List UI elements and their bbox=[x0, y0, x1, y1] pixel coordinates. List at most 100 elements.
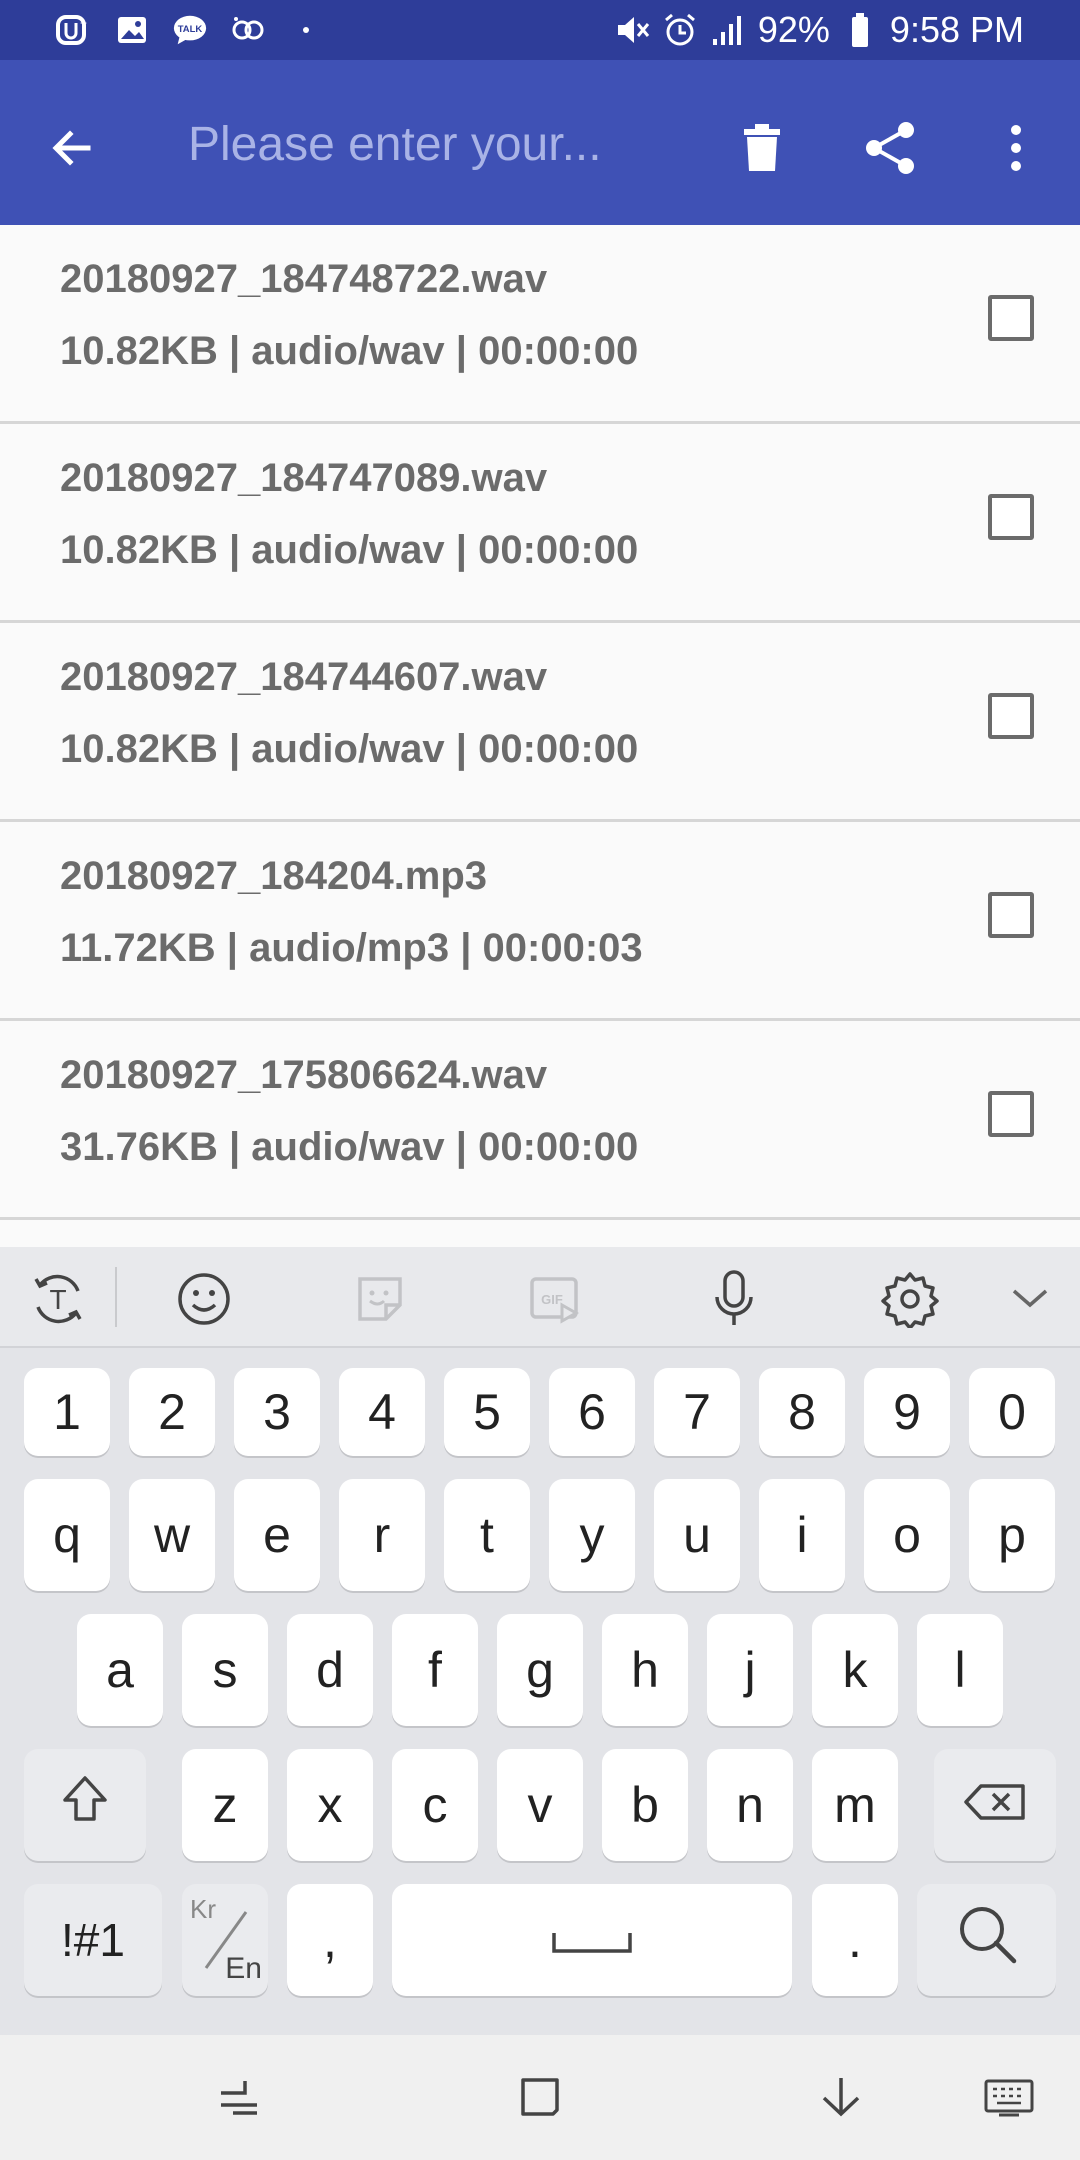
link-icon bbox=[230, 12, 266, 48]
file-meta: 31.76KB | audio/wav | 00:00:00 bbox=[60, 1125, 639, 1169]
recent-apps-icon[interactable] bbox=[204, 2065, 274, 2129]
keyboard-toolbar: T GIF bbox=[0, 1247, 1080, 1348]
list-item[interactable]: 20180927_184744607.wav 10.82KB | audio/w… bbox=[0, 623, 1080, 822]
key-a[interactable]: a bbox=[77, 1614, 163, 1726]
key-e[interactable]: e bbox=[234, 1479, 320, 1591]
collapse-chevron-icon[interactable] bbox=[998, 1267, 1062, 1331]
talk-icon: TALK bbox=[172, 12, 208, 48]
battery-icon bbox=[842, 12, 878, 48]
key-f[interactable]: f bbox=[392, 1614, 478, 1726]
list-item[interactable]: 20180927_184748722.wav 10.82KB | audio/w… bbox=[0, 225, 1080, 424]
lang-en-label: En bbox=[225, 1952, 262, 1985]
file-meta: 11.72KB | audio/mp3 | 00:00:03 bbox=[60, 926, 643, 970]
battery-percent: 92% bbox=[757, 9, 830, 50]
share-icon[interactable] bbox=[850, 108, 930, 188]
search-input[interactable] bbox=[188, 104, 688, 184]
key-u[interactable]: u bbox=[654, 1479, 740, 1591]
status-bar: + TALK 92% 9:58 PM bbox=[0, 0, 1080, 60]
item-checkbox[interactable] bbox=[988, 295, 1034, 341]
key-k[interactable]: k bbox=[812, 1614, 898, 1726]
search-icon bbox=[956, 1903, 1018, 1977]
space-icon bbox=[550, 1911, 634, 1969]
period-key[interactable]: . bbox=[812, 1884, 898, 1996]
space-key[interactable] bbox=[392, 1884, 792, 1996]
shift-key[interactable] bbox=[24, 1749, 146, 1861]
trash-icon[interactable] bbox=[722, 108, 802, 188]
u-plus-icon: + bbox=[56, 12, 92, 48]
key-n[interactable]: n bbox=[707, 1749, 793, 1861]
settings-gear-icon[interactable] bbox=[878, 1267, 942, 1331]
key-3[interactable]: 3 bbox=[234, 1368, 320, 1456]
gif-icon[interactable]: GIF bbox=[524, 1267, 588, 1331]
svg-text:+: + bbox=[80, 16, 87, 30]
comma-key[interactable]: , bbox=[287, 1884, 373, 1996]
list-item[interactable]: 20180927_175806624.wav 31.76KB | audio/w… bbox=[0, 1021, 1080, 1220]
key-t[interactable]: t bbox=[444, 1479, 530, 1591]
key-7[interactable]: 7 bbox=[654, 1368, 740, 1456]
key-o[interactable]: o bbox=[864, 1479, 950, 1591]
key-1[interactable]: 1 bbox=[24, 1368, 110, 1456]
key-w[interactable]: w bbox=[129, 1479, 215, 1591]
file-name: 20180927_184744607.wav bbox=[60, 655, 548, 699]
item-checkbox[interactable] bbox=[988, 693, 1034, 739]
app-bar bbox=[0, 60, 1080, 225]
key-l[interactable]: l bbox=[917, 1614, 1003, 1726]
symbols-key[interactable]: !#1 bbox=[24, 1884, 162, 1996]
key-5[interactable]: 5 bbox=[444, 1368, 530, 1456]
key-r[interactable]: r bbox=[339, 1479, 425, 1591]
list-item[interactable]: 20180927_184204.mp3 11.72KB | audio/mp3 … bbox=[0, 822, 1080, 1021]
alarm-icon bbox=[662, 12, 698, 48]
key-j[interactable]: j bbox=[707, 1614, 793, 1726]
item-checkbox[interactable] bbox=[988, 1091, 1034, 1137]
key-b[interactable]: b bbox=[602, 1749, 688, 1861]
key-9[interactable]: 9 bbox=[864, 1368, 950, 1456]
key-q[interactable]: q bbox=[24, 1479, 110, 1591]
back-down-icon[interactable] bbox=[806, 2065, 876, 2129]
backspace-key[interactable] bbox=[934, 1749, 1056, 1861]
key-0[interactable]: 0 bbox=[969, 1368, 1055, 1456]
back-arrow-icon[interactable] bbox=[36, 112, 108, 184]
key-g[interactable]: g bbox=[497, 1614, 583, 1726]
key-v[interactable]: v bbox=[497, 1749, 583, 1861]
list-item[interactable]: 20180927_184747089.wav 10.82KB | audio/w… bbox=[0, 424, 1080, 623]
navigation-bar bbox=[0, 2035, 1080, 2160]
clock: 9:58 PM bbox=[889, 9, 1024, 50]
file-meta: 10.82KB | audio/wav | 00:00:00 bbox=[60, 528, 639, 572]
file-meta: 10.82KB | audio/wav | 00:00:00 bbox=[60, 727, 639, 771]
key-x[interactable]: x bbox=[287, 1749, 373, 1861]
key-d[interactable]: d bbox=[287, 1614, 373, 1726]
key-4[interactable]: 4 bbox=[339, 1368, 425, 1456]
item-checkbox[interactable] bbox=[988, 892, 1034, 938]
key-p[interactable]: p bbox=[969, 1479, 1055, 1591]
key-i[interactable]: i bbox=[759, 1479, 845, 1591]
keyboard: T GIF 1 2 3 4 5 6 7 8 9 0 q w e r t y u … bbox=[0, 1247, 1080, 2035]
sticker-icon[interactable] bbox=[348, 1267, 412, 1331]
home-icon[interactable] bbox=[505, 2065, 575, 2129]
key-c[interactable]: c bbox=[392, 1749, 478, 1861]
translate-icon[interactable]: T bbox=[26, 1267, 90, 1331]
key-h[interactable]: h bbox=[602, 1614, 688, 1726]
emoji-icon[interactable] bbox=[172, 1267, 236, 1331]
file-name: 20180927_175806624.wav bbox=[60, 1053, 548, 1097]
search-key[interactable] bbox=[917, 1884, 1056, 1996]
file-name: 20180927_184747089.wav bbox=[60, 456, 548, 500]
key-6[interactable]: 6 bbox=[549, 1368, 635, 1456]
key-z[interactable]: z bbox=[182, 1749, 268, 1861]
file-name: 20180927_184748722.wav bbox=[60, 257, 548, 301]
keyboard-switch-icon[interactable] bbox=[974, 2065, 1044, 2129]
language-switch-key[interactable]: Kr En bbox=[182, 1884, 268, 1996]
mute-icon bbox=[614, 12, 650, 48]
key-m[interactable]: m bbox=[812, 1749, 898, 1861]
key-s[interactable]: s bbox=[182, 1614, 268, 1726]
signal-icon bbox=[710, 12, 746, 48]
key-2[interactable]: 2 bbox=[129, 1368, 215, 1456]
gallery-icon bbox=[114, 12, 150, 48]
backspace-icon bbox=[963, 1776, 1027, 1834]
item-checkbox[interactable] bbox=[988, 494, 1034, 540]
key-y[interactable]: y bbox=[549, 1479, 635, 1591]
svg-text:T: T bbox=[49, 1284, 66, 1315]
microphone-icon[interactable] bbox=[702, 1267, 766, 1331]
file-list: 20180927_184748722.wav 10.82KB | audio/w… bbox=[0, 225, 1080, 1247]
more-vert-icon[interactable] bbox=[976, 108, 1056, 188]
key-8[interactable]: 8 bbox=[759, 1368, 845, 1456]
